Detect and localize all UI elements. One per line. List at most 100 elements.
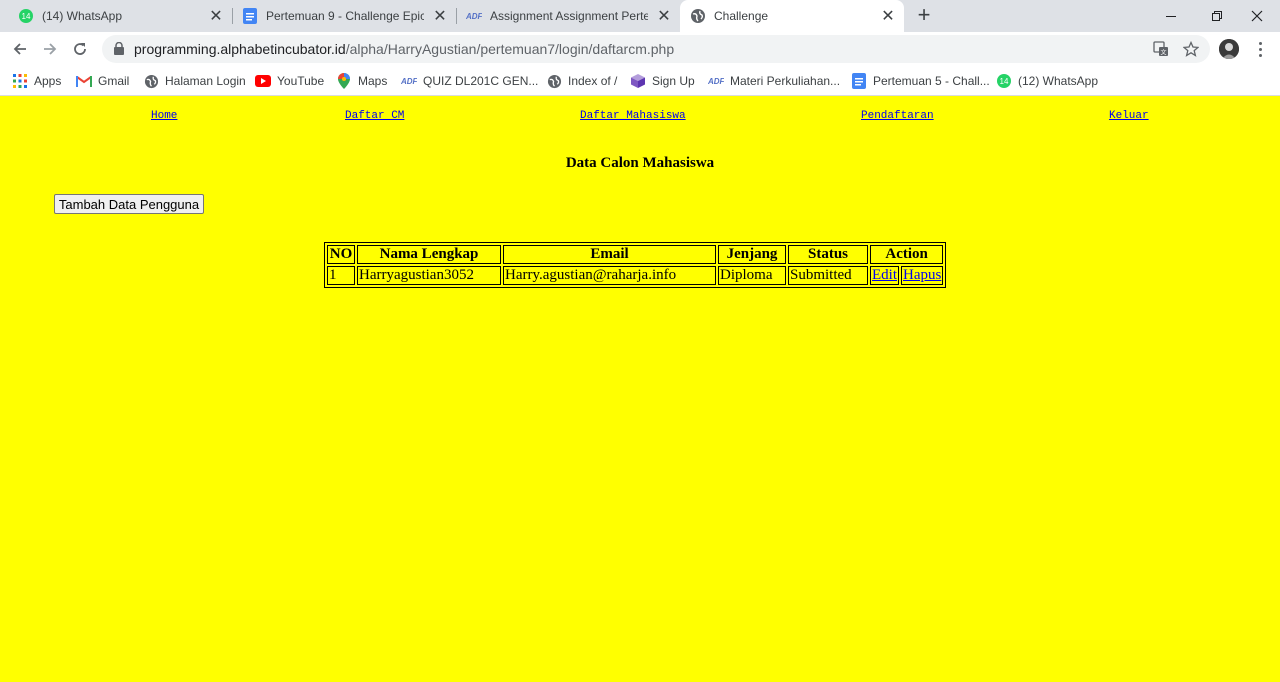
cell-hapus: Hapus <box>901 266 944 285</box>
url-host: programming.alphabetincubator.id <box>134 41 346 57</box>
table-row: 1 Harryagustian3052 Harry.agustian@rahar… <box>327 266 944 285</box>
forward-button[interactable] <box>38 37 62 61</box>
column-header-nama-lengkap: Nama Lengkap <box>357 245 501 264</box>
bookmark-whatsapp[interactable]: 14 (12) WhatsApp <box>996 71 1098 91</box>
whatsapp-icon: 14 <box>18 8 34 24</box>
bookmark-star-icon[interactable] <box>1182 40 1200 58</box>
arrow-left-icon <box>13 43 26 55</box>
arrow-right-icon <box>44 43 57 55</box>
nav-link-pendaftaran[interactable]: Pendaftaran <box>861 110 934 122</box>
edit-link[interactable]: Edit <box>872 267 897 283</box>
tab-challenge[interactable]: Challenge ✕ <box>680 0 904 32</box>
table-header-row: NO Nama Lengkap Email Jenjang Status Act… <box>327 245 944 264</box>
bookmark-pertemuan-5[interactable]: Pertemuan 5 - Chall... <box>851 71 990 91</box>
cube-icon <box>630 73 646 89</box>
column-header-status: Status <box>788 245 868 264</box>
google-docs-icon <box>242 8 258 24</box>
bookmark-halaman-login[interactable]: Halaman Login <box>143 71 246 91</box>
browser-menu-icon[interactable] <box>1250 38 1270 60</box>
cell-status: Submitted <box>788 266 868 285</box>
bookmark-label: Apps <box>34 74 62 88</box>
url-path: /alpha/HarryAgustian/pertemuan7/login/da… <box>345 41 675 57</box>
lock-icon <box>114 41 124 60</box>
reload-icon <box>74 43 86 55</box>
cell-no: 1 <box>327 266 355 285</box>
whatsapp-icon: 14 <box>996 73 1012 89</box>
bookmark-badge-count: 14 <box>1000 77 1009 86</box>
column-header-email: Email <box>503 245 716 264</box>
bookmark-label: Pertemuan 5 - Chall... <box>873 74 990 88</box>
bookmark-index-of[interactable]: Index of / <box>546 71 617 91</box>
column-header-no: NO <box>327 245 355 264</box>
bookmark-maps[interactable]: Maps <box>336 71 387 91</box>
tab-title: Assignment Assignment Pertemu <box>490 9 648 23</box>
column-header-jenjang: Jenjang <box>718 245 786 264</box>
minimize-button[interactable] <box>1148 0 1194 32</box>
bookmark-label: QUIZ DL201C GEN... <box>423 74 539 88</box>
site-icon: ADF <box>401 73 417 89</box>
back-button[interactable] <box>8 37 32 61</box>
close-icon <box>1251 10 1263 22</box>
bookmark-gmail[interactable]: Gmail <box>76 71 129 91</box>
new-tab-button[interactable]: + <box>912 4 936 28</box>
delete-link[interactable]: Hapus <box>903 267 941 283</box>
url-text: programming.alphabetincubator.id/alpha/H… <box>134 41 674 57</box>
close-tab-icon[interactable]: ✕ <box>208 8 224 25</box>
google-docs-icon <box>851 73 867 89</box>
bookmark-label: Index of / <box>568 74 618 88</box>
close-tab-icon[interactable]: ✕ <box>656 8 672 25</box>
globe-icon <box>690 8 706 24</box>
tab-assignment[interactable]: ADF Assignment Assignment Pertemu ✕ <box>456 0 680 32</box>
profile-avatar[interactable] <box>1219 39 1239 59</box>
browser-toolbar: programming.alphabetincubator.id/alpha/H… <box>0 32 1280 66</box>
bookmark-quiz[interactable]: ADF QUIZ DL201C GEN... <box>401 71 538 91</box>
translate-icon[interactable]: 文 <box>1152 40 1170 58</box>
bookmark-label: Halaman Login <box>165 74 246 88</box>
bookmark-label: YouTube <box>277 74 325 88</box>
bookmarks-bar: Apps Gmail Halaman Login YouTube Maps AD… <box>0 66 1280 96</box>
page-title: Data Calon Mahasiswa <box>565 155 715 171</box>
bookmark-materi[interactable]: ADF Materi Perkuliahan... <box>708 71 840 91</box>
tab-title: Challenge <box>714 9 769 23</box>
bookmark-label: Sign Up <box>652 74 695 88</box>
svg-text:ADF: ADF <box>708 77 724 86</box>
tab-title: Pertemuan 9 - Challenge Epic - G <box>266 9 424 23</box>
nav-link-daftar-mahasiswa[interactable]: Daftar Mahasiswa <box>580 110 686 122</box>
reload-button[interactable] <box>68 37 92 61</box>
cell-email: Harry.agustian@raharja.info <box>503 266 716 285</box>
address-bar[interactable]: programming.alphabetincubator.id/alpha/H… <box>102 35 1210 63</box>
avatar-icon <box>1219 39 1239 59</box>
globe-icon <box>143 73 159 89</box>
close-tab-icon[interactable]: ✕ <box>880 8 896 25</box>
gmail-icon <box>76 73 92 89</box>
nav-link-home[interactable]: Home <box>151 110 177 122</box>
bookmark-label: Gmail <box>98 74 130 88</box>
svg-text:ADF: ADF <box>466 12 482 21</box>
maps-pin-icon <box>336 73 352 89</box>
cell-edit: Edit <box>870 266 899 285</box>
bookmark-youtube[interactable]: YouTube <box>255 71 324 91</box>
site-icon: ADF <box>466 8 482 24</box>
restore-icon <box>1212 11 1222 21</box>
tab-whatsapp[interactable]: 14 (14) WhatsApp ✕ <box>0 0 232 32</box>
tab-strip: 14 (14) WhatsApp ✕ Pertemuan 9 - Challen… <box>0 0 1280 32</box>
bookmark-sign-up[interactable]: Sign Up <box>630 71 695 91</box>
nav-link-daftar-cm[interactable]: Daftar CM <box>345 110 404 122</box>
nav-link-keluar[interactable]: Keluar <box>1109 110 1149 122</box>
add-user-button[interactable]: Tambah Data Pengguna <box>54 194 204 214</box>
globe-icon <box>546 73 562 89</box>
tab-pertemuan-9[interactable]: Pertemuan 9 - Challenge Epic - G ✕ <box>232 0 456 32</box>
cell-jenjang: Diploma <box>718 266 786 285</box>
page-content: Home Daftar CM Daftar Mahasiswa Pendafta… <box>0 96 1280 682</box>
bookmark-label: Maps <box>358 74 388 88</box>
cell-nama: Harryagustian3052 <box>357 266 501 285</box>
site-icon: ADF <box>708 73 724 89</box>
bookmark-apps[interactable]: Apps <box>12 71 61 91</box>
close-window-button[interactable] <box>1234 0 1280 32</box>
tab-badge-count: 14 <box>22 12 31 21</box>
minimize-icon <box>1166 16 1176 17</box>
close-tab-icon[interactable]: ✕ <box>432 8 448 25</box>
bookmark-label: Materi Perkuliahan... <box>730 74 841 88</box>
svg-text:ADF: ADF <box>401 77 417 86</box>
apps-grid-icon <box>12 73 28 89</box>
